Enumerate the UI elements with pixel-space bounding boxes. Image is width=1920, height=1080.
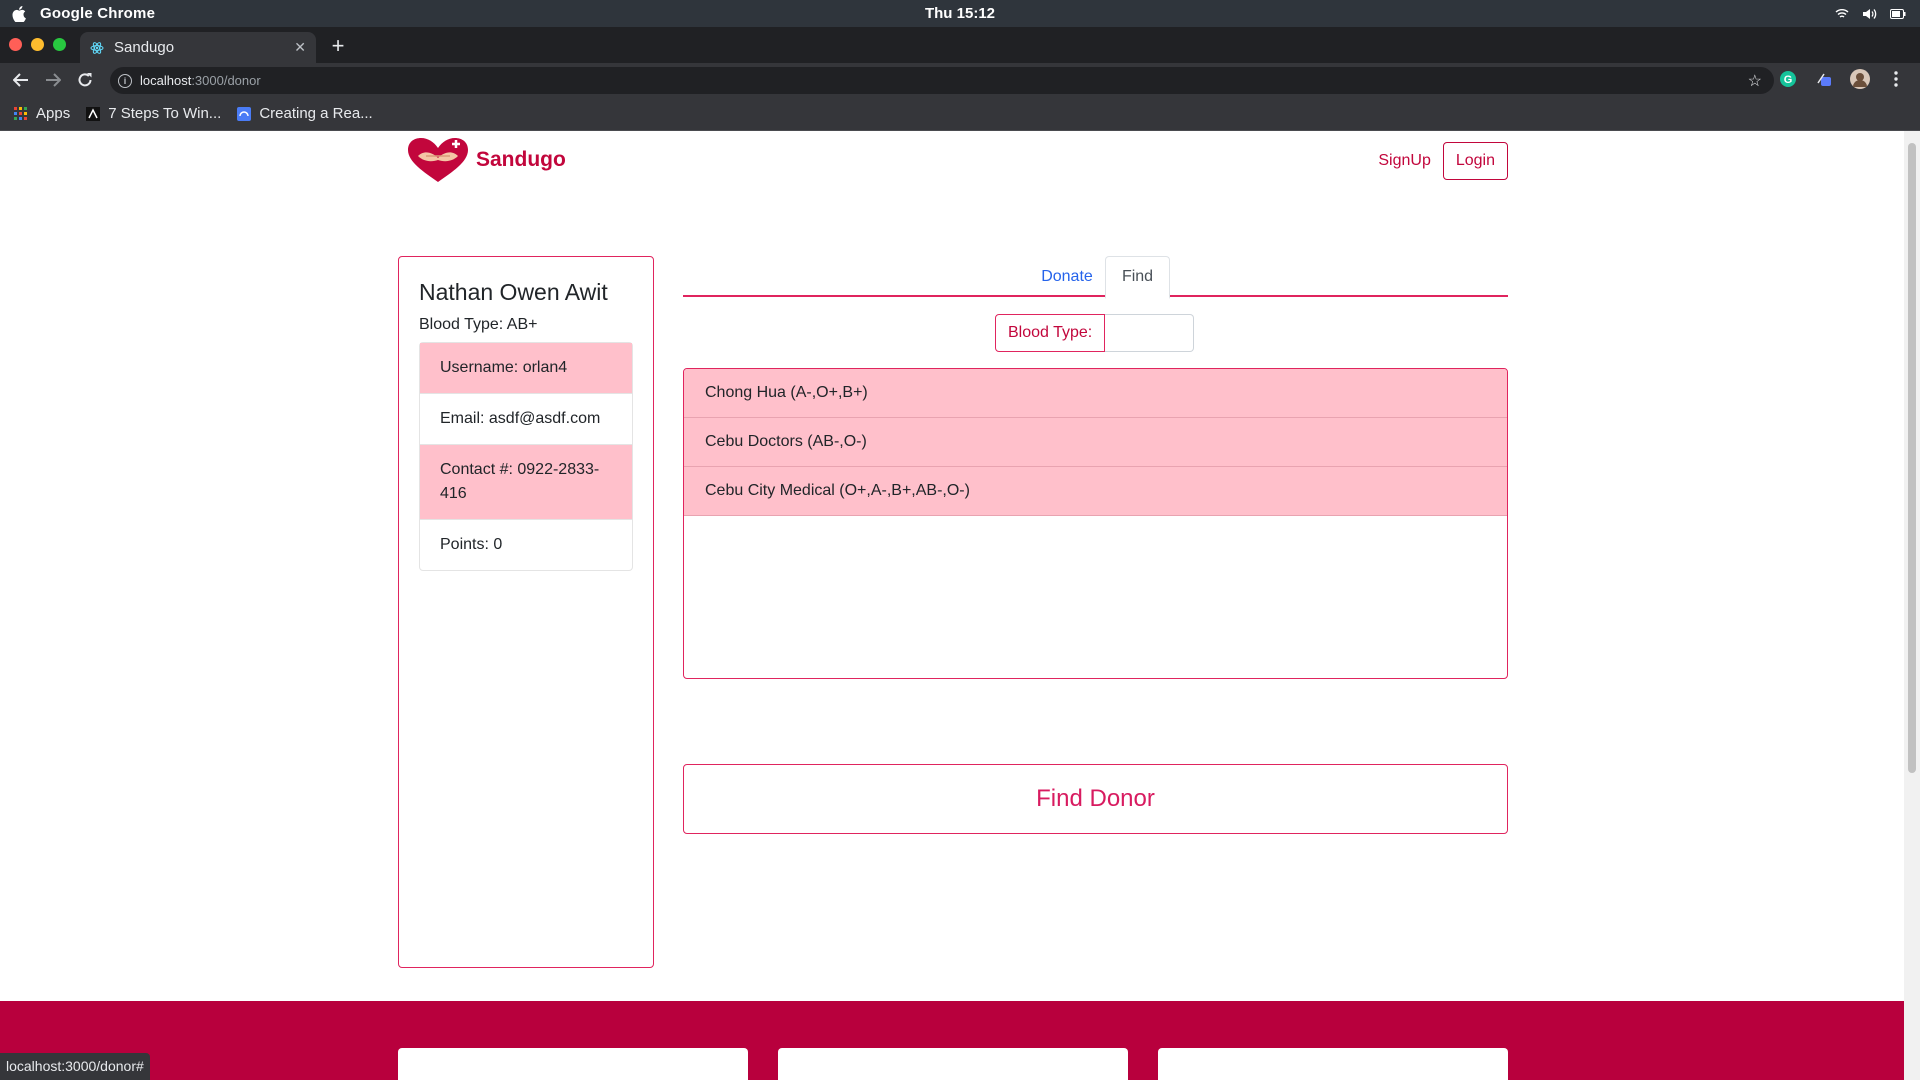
bookmark-label: Creating a Rea... xyxy=(259,105,373,122)
list-item[interactable]: Chong Hua (A-,O+,B+) xyxy=(684,369,1507,418)
os-menu-bar: Google Chrome Thu 15:12 xyxy=(0,0,1920,27)
blood-type-filter: Blood Type: xyxy=(995,314,1195,352)
bookmark-label: Apps xyxy=(36,105,71,122)
volume-icon[interactable] xyxy=(1862,7,1878,21)
bookmark-apps[interactable]: Apps xyxy=(14,105,70,122)
reload-icon[interactable] xyxy=(74,69,96,91)
bookmark-7-steps[interactable]: 7 Steps To Win... xyxy=(86,105,221,122)
forward-arrow-icon[interactable] xyxy=(42,69,64,91)
profile-avatar-icon[interactable] xyxy=(1850,69,1870,89)
svg-text:G: G xyxy=(1784,74,1793,86)
blood-type-input[interactable] xyxy=(1105,314,1195,352)
react-favicon-icon xyxy=(90,41,104,55)
extensions-area: G xyxy=(1778,69,1906,89)
donor-blood-type: Blood Type: AB+ xyxy=(419,316,538,333)
footer-card xyxy=(778,1048,1128,1080)
status-bar-url: localhost:3000/donor# xyxy=(0,1053,150,1080)
clock: Thu 15:12 xyxy=(924,5,996,22)
close-tab-icon[interactable]: ✕ xyxy=(294,39,306,56)
browser-tab-strip: Sandugo ✕ + xyxy=(0,27,1920,63)
apple-icon[interactable] xyxy=(10,5,28,23)
list-item[interactable]: Cebu Doctors (AB-,O-) xyxy=(684,418,1507,467)
auth-nav: SignUp Login xyxy=(1378,142,1508,180)
brand-name: Sandugo xyxy=(476,148,566,171)
bookmark-label: 7 Steps To Win... xyxy=(108,105,222,122)
apps-grid-icon xyxy=(14,106,28,121)
minimize-window-button[interactable] xyxy=(31,38,44,51)
app-name[interactable]: Google Chrome xyxy=(40,5,155,22)
window-controls xyxy=(9,38,66,51)
action-tabs: Donate Find xyxy=(683,256,1508,299)
find-donor-button[interactable]: Find Donor xyxy=(683,764,1508,834)
bookmark-star-icon[interactable]: ☆ xyxy=(1748,71,1762,91)
login-button[interactable]: Login xyxy=(1442,142,1508,180)
footer xyxy=(0,1001,1904,1080)
scrollbar-thumb[interactable] xyxy=(1908,143,1916,773)
sandugo-heart-logo-icon xyxy=(404,136,472,184)
new-tab-button[interactable]: + xyxy=(326,33,350,58)
tab-donate[interactable]: Donate xyxy=(1028,256,1106,297)
donor-name: Nathan Owen Awit xyxy=(419,279,608,305)
bookmark-doc-icon xyxy=(237,106,252,121)
donor-details-list: Username: orlan4 Email: asdf@asdf.com Co… xyxy=(419,342,633,571)
tab-title: Sandugo xyxy=(114,39,175,56)
bookmarks-bar: Apps 7 Steps To Win... Creating a Rea... xyxy=(0,97,1920,131)
donor-contact: Contact #: 0922-2833-416 xyxy=(420,445,632,520)
hospital-list: Chong Hua (A-,O+,B+) Cebu Doctors (AB-,O… xyxy=(683,368,1508,679)
list-item[interactable]: Cebu City Medical (O+,A-,B+,AB-,O-) xyxy=(684,467,1507,516)
brand[interactable]: Sandugo xyxy=(404,136,566,184)
donor-points: Points: 0 xyxy=(440,536,503,553)
blood-type-label: Blood Type: xyxy=(995,314,1106,352)
bookmark-creating[interactable]: Creating a Rea... xyxy=(237,105,373,122)
maximize-window-button[interactable] xyxy=(53,38,66,51)
grammarly-extension-icon[interactable]: G xyxy=(1778,69,1798,89)
tab-find[interactable]: Find xyxy=(1105,256,1170,299)
browser-toolbar: i localhost:3000/donor ☆ G xyxy=(0,63,1920,97)
system-tray xyxy=(1834,7,1906,21)
bookmark-a-icon xyxy=(86,106,101,121)
site-info-icon[interactable]: i xyxy=(118,73,132,88)
page-viewport: Sandugo SignUp Login Nathan Owen Awit Bl… xyxy=(0,131,1904,1080)
donor-profile-card: Nathan Owen Awit Blood Type: AB+ Usernam… xyxy=(398,256,654,968)
footer-card xyxy=(1158,1048,1508,1080)
battery-icon[interactable] xyxy=(1890,7,1906,21)
url-path: :3000/donor xyxy=(191,73,261,88)
signup-link[interactable]: SignUp xyxy=(1378,152,1430,170)
donor-email: Email: asdf@asdf.com xyxy=(420,394,632,445)
back-arrow-icon[interactable] xyxy=(10,69,32,91)
browser-tab[interactable]: Sandugo ✕ xyxy=(80,32,316,63)
wifi-icon[interactable] xyxy=(1834,7,1850,21)
donor-username: Username: orlan4 xyxy=(420,343,632,394)
browser-menu-icon[interactable] xyxy=(1886,69,1906,89)
extension-icon[interactable] xyxy=(1814,69,1834,89)
footer-card xyxy=(398,1048,748,1080)
close-window-button[interactable] xyxy=(9,38,22,51)
page-scrollbar[interactable] xyxy=(1904,131,1920,1080)
url-host: localhost xyxy=(140,73,192,88)
address-bar[interactable]: i localhost:3000/donor ☆ xyxy=(110,67,1774,94)
